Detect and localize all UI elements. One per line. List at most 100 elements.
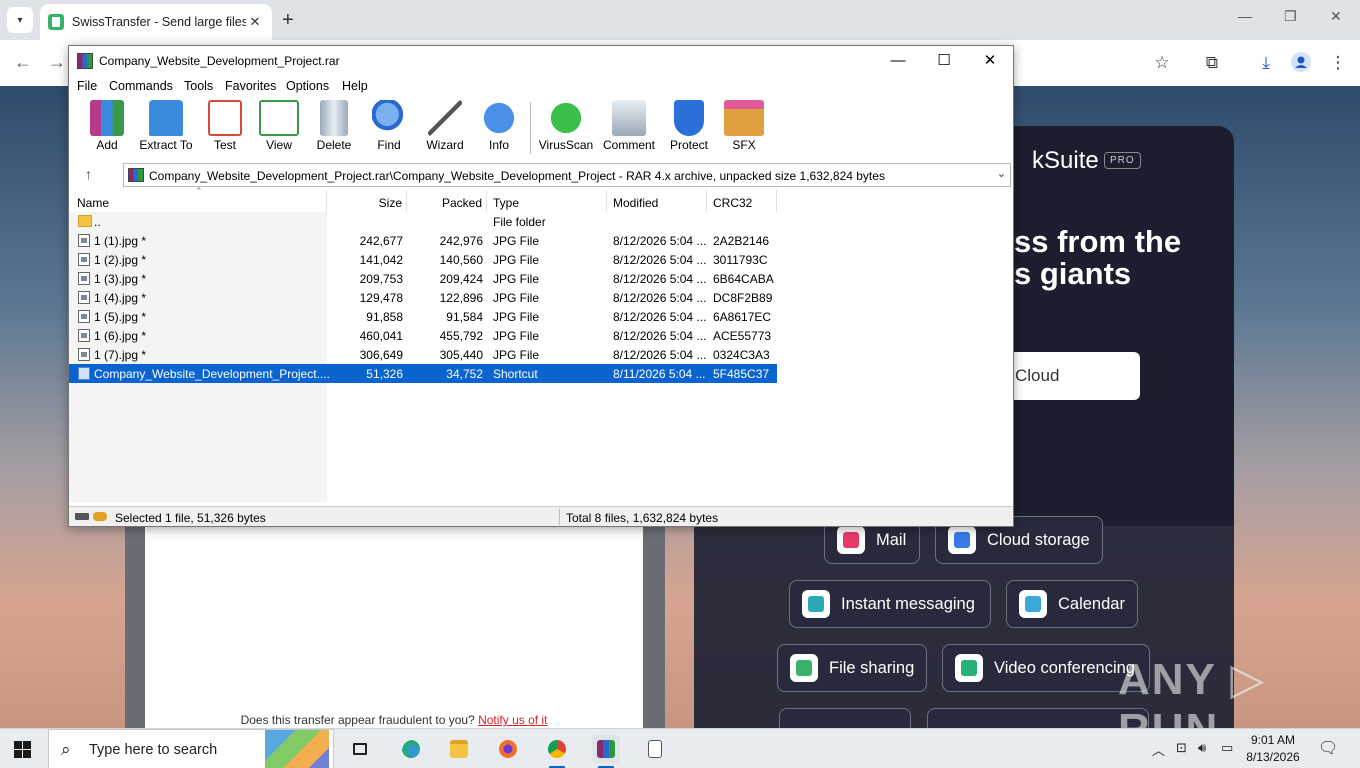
extensions-puzzle-icon[interactable]: ⧉ [1201, 52, 1223, 74]
bookmark-star-icon[interactable]: ☆ [1151, 52, 1173, 74]
file-row[interactable]: 1 (2).jpg * 141,042 140,560 JPG File 8/12/20… [69, 250, 777, 269]
file-row[interactable]: 1 (3).jpg * 209,753 209,424 JPG File 8/12/20… [69, 269, 777, 288]
tool-add-button[interactable]: Add [78, 100, 136, 152]
winrar-maximize-button[interactable]: ☐ [921, 50, 967, 72]
tab-search-button[interactable]: ▾ [7, 7, 33, 33]
winrar-app-icon [77, 53, 93, 69]
clock-time: 9:01 AM [1250, 733, 1296, 747]
toolbar-separator [530, 102, 531, 154]
drive-key-icon[interactable] [75, 512, 109, 522]
header-label: Modified [613, 196, 659, 210]
column-header-crc32[interactable]: CRC32 [707, 190, 777, 212]
file-modified: 8/12/2026 5:04 ... [613, 272, 707, 286]
browser-minimize-button[interactable]: — [1238, 8, 1252, 24]
tool-view-button[interactable]: View [250, 100, 308, 152]
menu-options[interactable]: Options [286, 79, 329, 93]
notify-link[interactable]: Notify us of it [478, 713, 547, 727]
cloud-button[interactable]: Cloud [1000, 352, 1140, 400]
chrome-icon[interactable] [543, 735, 571, 763]
file-row[interactable]: 1 (7).jpg * 306,649 305,440 JPG File 8/12/20… [69, 345, 777, 364]
ksuite-pro-badge: PRO [1104, 152, 1141, 169]
file-row[interactable]: .. File folder [69, 212, 777, 231]
forward-arrow-icon[interactable]: → [48, 52, 66, 73]
chevron-down-icon[interactable]: ⌄ [997, 167, 1006, 180]
menu-help[interactable]: Help [342, 79, 368, 93]
meet-now-icon[interactable]: ⊡ [1176, 740, 1187, 756]
file-row[interactable]: 1 (1).jpg * 242,677 242,976 JPG File 8/12/20… [69, 231, 777, 250]
file-modified: 8/12/2026 5:04 ... [613, 348, 707, 362]
tool-label: Extract To [139, 138, 193, 152]
pill-calendar[interactable]: Calendar [1006, 580, 1138, 628]
tab-close-icon[interactable]: ✕ [246, 13, 264, 31]
browser-restore-button[interactable]: ❐ [1284, 8, 1297, 25]
menu-file[interactable]: File [77, 79, 97, 93]
winrar-taskbar-icon[interactable] [592, 735, 620, 763]
tool-protect-button[interactable]: Protect [660, 100, 718, 152]
menu-commands[interactable]: Commands [109, 79, 173, 93]
column-header-packed[interactable]: Packed [407, 190, 487, 212]
file-packed: 122,896 [439, 291, 483, 305]
taskbar-search-box[interactable]: ⌕ Type here to search [48, 729, 334, 768]
tool-extract-button[interactable]: Extract To [137, 100, 195, 152]
column-header-modified[interactable]: Modified [607, 190, 707, 212]
tool-comment-button[interactable]: Comment [600, 100, 658, 152]
tray-chevron-icon[interactable]: ︿ [1152, 740, 1165, 759]
file-explorer-icon[interactable] [445, 735, 473, 763]
pill-file-sharing[interactable]: File sharing [777, 644, 927, 692]
up-arrow-icon[interactable]: ↑ [85, 166, 92, 182]
menu-tools[interactable]: Tools [184, 79, 213, 93]
tool-test-button[interactable]: Test [196, 100, 254, 152]
pill-instant-messaging[interactable]: Instant messaging [789, 580, 991, 628]
header-label: Name [77, 196, 110, 210]
download-icon[interactable]: ⤓ [1255, 52, 1277, 74]
column-header-name[interactable]: Name ⌃ [69, 186, 327, 212]
task-view-icon[interactable] [346, 735, 374, 763]
tool-virusscan-button[interactable]: VirusScan [537, 100, 595, 152]
file-name: 1 (2).jpg * [94, 253, 147, 267]
file-name: 1 (3).jpg * [94, 272, 147, 286]
file-row[interactable]: Company_Website_Development_Project.... 5… [69, 364, 777, 383]
file-crc: 3011793C [713, 253, 768, 267]
firefox-icon[interactable] [494, 735, 522, 763]
tool-label: Comment [602, 138, 655, 152]
file-list[interactable]: Name ⌃ Size Packed Type Modified CRC32 ..… [69, 186, 1013, 502]
tool-wizard-button[interactable]: Wizard [416, 100, 474, 152]
column-header-size[interactable]: Size [327, 190, 407, 212]
edge-browser-icon[interactable] [397, 735, 425, 763]
file-row[interactable]: 1 (6).jpg * 460,041 455,792 JPG File 8/12/20… [69, 326, 777, 345]
path-bar: ↑ Company_Website_Development_Project.ra… [69, 162, 1013, 188]
winrar-titlebar: Company_Website_Development_Project.rar … [69, 46, 1013, 76]
tool-label: View [266, 138, 292, 152]
winrar-minimize-button[interactable]: — [875, 50, 921, 72]
tool-sfx-button[interactable]: SFX [715, 100, 773, 152]
notification-center-icon[interactable]: 🗨 [1318, 738, 1338, 758]
path-text: Company_Website_Development_Project.rar\… [149, 169, 885, 183]
folder-icon [78, 215, 92, 227]
notepad-icon[interactable] [641, 735, 669, 763]
windows-start-icon[interactable] [14, 741, 31, 758]
mail-icon [837, 526, 865, 554]
volume-icon[interactable]: 🔊︎ [1198, 740, 1206, 756]
column-header-type[interactable]: Type [487, 190, 607, 212]
taskbar-clock[interactable]: 9:01 AM 8/13/2026 [1238, 732, 1308, 766]
extract-folder-icon [149, 100, 183, 136]
header-label: Packed [441, 196, 482, 210]
winrar-close-button[interactable]: ✕ [967, 50, 1013, 72]
profile-avatar-icon[interactable] [1290, 52, 1312, 74]
file-row[interactable]: 1 (5).jpg * 91,858 91,584 JPG File 8/12/2026… [69, 307, 777, 326]
sfx-box-icon [724, 100, 764, 136]
file-row[interactable]: 1 (4).jpg * 129,478 122,896 JPG File 8/12/20… [69, 288, 777, 307]
tool-info-button[interactable]: Info [470, 100, 528, 152]
tool-find-button[interactable]: Find [360, 100, 418, 152]
browser-close-button[interactable]: ✕ [1330, 8, 1342, 25]
path-combobox[interactable]: Company_Website_Development_Project.rar\… [123, 163, 1011, 187]
back-arrow-icon[interactable]: ← [14, 52, 32, 73]
browser-menu-icon[interactable]: ⋮ [1327, 52, 1349, 74]
new-tab-button[interactable]: + [282, 10, 294, 30]
tool-delete-button[interactable]: Delete [305, 100, 363, 152]
file-crc: 5F485C37 [713, 367, 770, 381]
network-icon[interactable]: ▭ [1221, 740, 1233, 756]
menu-favorites[interactable]: Favorites [225, 79, 276, 93]
browser-tab-swisstransfer[interactable]: SwissTransfer - Send large files ✕ [40, 4, 272, 40]
file-name: Company_Website_Development_Project.... [94, 367, 330, 381]
